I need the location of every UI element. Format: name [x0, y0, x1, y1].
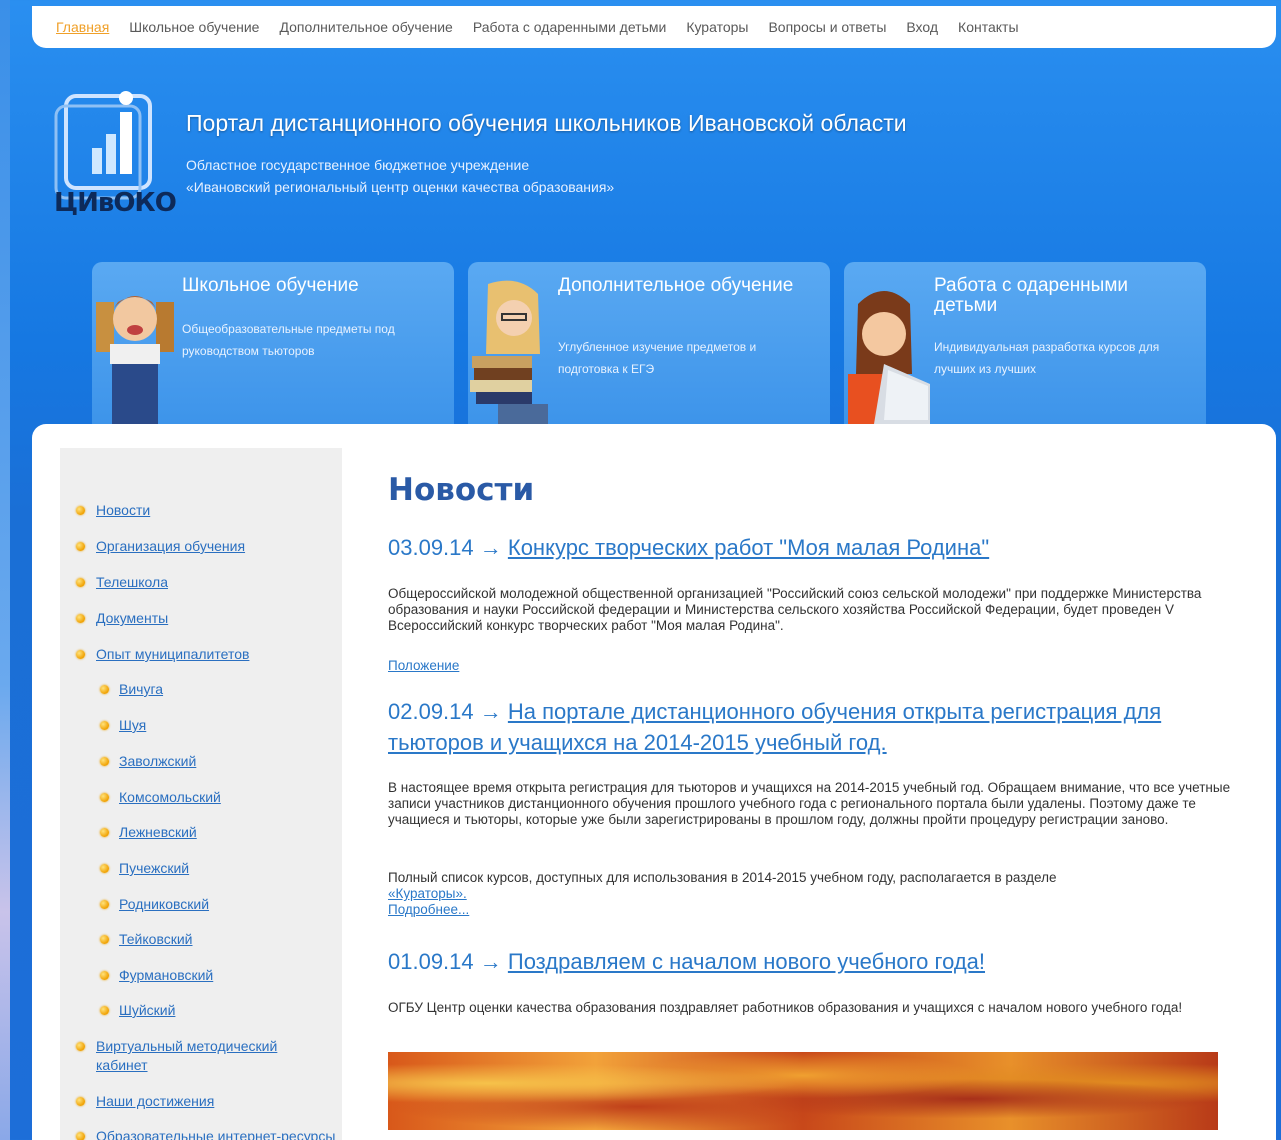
page-title: Новости: [388, 472, 535, 508]
nav-gifted[interactable]: Работа с одаренными детьми: [473, 19, 666, 35]
bullet-icon: [76, 578, 85, 587]
nav-curators[interactable]: Кураторы: [686, 19, 748, 35]
bullet-icon: [76, 650, 85, 659]
sidebar-item-news[interactable]: Новости: [96, 501, 150, 520]
news-title-link[interactable]: Конкурс творческих работ "Моя малая Роди…: [508, 535, 989, 560]
bullet-icon: [76, 1097, 85, 1106]
sidebar-item-komsomolsky[interactable]: Комсомольский: [119, 788, 221, 807]
news-date: 03.09.14 →: [388, 535, 502, 560]
nav-faq[interactable]: Вопросы и ответы: [768, 19, 886, 35]
autumn-leaves-image: [388, 1052, 1218, 1130]
site-header: ЦИвОКО Портал дистанционного обучения шк…: [50, 86, 1250, 236]
top-navigation: Главная Школьное обучение Дополнительное…: [32, 6, 1276, 48]
bullet-icon: [100, 757, 109, 766]
logo-text: ЦИвОКО: [54, 188, 177, 218]
promo-gifted-title: Работа с одаренными детьми: [934, 275, 1129, 316]
site-subtitle-line2: «Ивановский региональный центр оценки ка…: [186, 179, 615, 195]
sidebar-item-lezhnevsky[interactable]: Лежневский: [119, 823, 197, 842]
promo-additional[interactable]: Дополнительное обучение Углубленное изуч…: [468, 262, 830, 424]
sidebar-item-achievements[interactable]: Наши достижения: [96, 1092, 214, 1111]
child-with-books-image: [96, 296, 174, 424]
news-headline: 03.09.14 → Конкурс творческих работ "Моя…: [388, 532, 1228, 563]
sidebar-item-virtual-cabinet[interactable]: Виртуальный методический кабинет: [96, 1037, 326, 1075]
site-subtitle-line1: Областное государственное бюджетное учре…: [186, 157, 530, 173]
bullet-icon: [100, 721, 109, 730]
promo-gifted-desc: Индивидуальная разработка курсов для луч…: [934, 340, 1160, 376]
bullet-icon: [76, 506, 85, 515]
bullet-icon: [76, 542, 85, 551]
curators-inline-link[interactable]: «Кураторы».: [388, 886, 1238, 902]
news-body: В настоящее время открыта регистрация дл…: [388, 780, 1231, 827]
news-more-link[interactable]: Подробнее...: [388, 902, 1238, 918]
girl-with-laptop-image: [848, 291, 930, 424]
bullet-icon: [100, 935, 109, 944]
promo-school-desc: Общеобразовательные предметы под руковод…: [182, 322, 395, 358]
sidebar-item-municipal[interactable]: Опыт муниципалитетов: [96, 645, 249, 664]
bullet-icon: [100, 793, 109, 802]
bullet-icon: [76, 614, 85, 623]
bullet-icon: [100, 900, 109, 909]
news-headline: 02.09.14 → На портале дистанционного обу…: [388, 696, 1228, 758]
bullet-icon: [76, 1132, 85, 1140]
site-subtitle: Областное государственное бюджетное учре…: [186, 154, 614, 198]
sidebar-item-shuya[interactable]: Шуя: [119, 716, 146, 735]
news-body: ОГБУ Центр оценки качества образования п…: [388, 1000, 1183, 1015]
sidebar-item-teikovsky[interactable]: Тейковский: [119, 930, 193, 949]
news-body: Общероссийской молодежной общественной о…: [388, 586, 1202, 633]
sidebar-item-teleschool[interactable]: Телешкола: [96, 573, 168, 592]
site-title: Портал дистанционного обучения школьнико…: [186, 110, 907, 136]
bullet-icon: [100, 685, 109, 694]
student-with-books-image: [470, 280, 548, 424]
news-body-text: Полный список курсов, доступных для испо…: [388, 870, 1057, 885]
sidebar-item-organization[interactable]: Организация обучения: [96, 537, 245, 556]
promo-school-title: Школьное обучение: [182, 275, 359, 296]
sidebar-item-rodnikovsky[interactable]: Родниковский: [119, 895, 209, 914]
nav-contacts[interactable]: Контакты: [958, 19, 1018, 35]
bullet-icon: [100, 971, 109, 980]
nav-login[interactable]: Вход: [906, 19, 938, 35]
logo[interactable]: ЦИвОКО: [50, 86, 177, 226]
news-body-secondary: Полный список курсов, доступных для испо…: [388, 870, 1238, 918]
sidebar-item-documents[interactable]: Документы: [96, 609, 168, 628]
sidebar-item-internet-resources[interactable]: Образовательные интернет-ресурсы: [96, 1127, 336, 1140]
sidebar-item-furmanovsky[interactable]: Фурмановский: [119, 966, 213, 985]
sidebar-item-shuisky[interactable]: Шуйский: [119, 1001, 175, 1020]
sidebar-item-puchezhsky[interactable]: Пучежский: [119, 859, 189, 878]
bullet-icon: [100, 864, 109, 873]
promo-additional-desc: Углубленное изучение предметов и подгото…: [558, 340, 757, 376]
promo-gifted[interactable]: Работа с одаренными детьми Индивидуальна…: [844, 262, 1206, 424]
news-title-link[interactable]: Поздравляем с началом нового учебного го…: [508, 949, 985, 974]
sidebar: Новости Организация обучения Телешкола Д…: [60, 448, 342, 1140]
left-decoration: [0, 0, 10, 1140]
news-more-link[interactable]: Положение: [388, 658, 459, 673]
bullet-icon: [76, 1042, 85, 1051]
news-title-link[interactable]: На портале дистанционного обучения откры…: [388, 699, 1161, 755]
nav-school[interactable]: Школьное обучение: [129, 19, 259, 35]
news-headline: 01.09.14 → Поздравляем с началом нового …: [388, 946, 1228, 977]
main-panel: Новости Организация обучения Телешкола Д…: [32, 424, 1276, 1140]
nav-home[interactable]: Главная: [56, 19, 109, 35]
bullet-icon: [100, 828, 109, 837]
news-date: 02.09.14 →: [388, 699, 502, 724]
nav-additional[interactable]: Дополнительное обучение: [279, 19, 452, 35]
bullet-icon: [100, 1006, 109, 1015]
news-date: 01.09.14 →: [388, 949, 502, 974]
sidebar-item-zavolzhsky[interactable]: Заволжский: [119, 752, 196, 771]
sidebar-item-vichuga[interactable]: Вичуга: [119, 680, 163, 699]
promo-school[interactable]: Школьное обучение Общеобразовательные пр…: [92, 262, 454, 424]
promo-additional-title: Дополнительное обучение: [558, 275, 794, 296]
